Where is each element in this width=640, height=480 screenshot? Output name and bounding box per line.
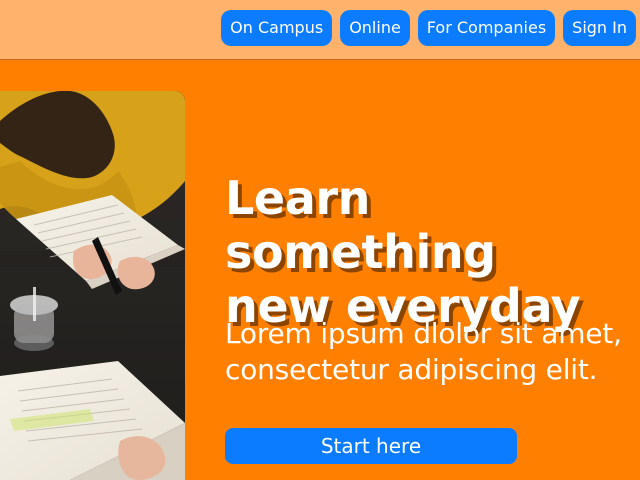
nav-online-button[interactable]: Online	[340, 10, 410, 46]
nav-on-campus-button[interactable]: On Campus	[221, 10, 333, 46]
start-here-button[interactable]: Start here	[225, 428, 517, 464]
hero-title: Learn something new everyday	[225, 171, 640, 333]
hero-section: Learn something new everyday Lorem ipsum…	[0, 60, 640, 480]
top-navigation: On Campus Online For Companies Sign In	[0, 0, 640, 60]
hero-subtitle-line-2: consectetur adipiscing elit.	[225, 353, 598, 386]
hero-subtitle: Lorem ipsum dlolor sit amet, consectetur…	[225, 316, 640, 388]
nav-sign-in-button[interactable]: Sign In	[563, 10, 636, 46]
hero-subtitle-line-1: Lorem ipsum dlolor sit amet,	[225, 317, 622, 350]
study-photo-icon	[0, 91, 185, 480]
nav-buttons: On Campus Online For Companies Sign In	[221, 10, 636, 46]
nav-for-companies-button[interactable]: For Companies	[417, 10, 556, 46]
hero-title-line-1: Learn something	[225, 171, 496, 279]
